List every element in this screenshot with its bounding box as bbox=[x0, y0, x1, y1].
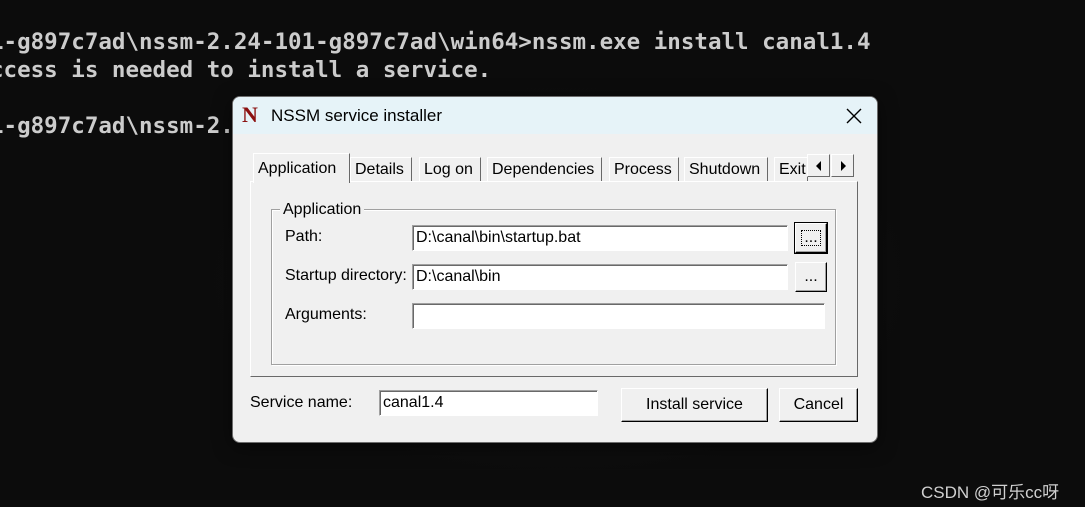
arrow-left-icon bbox=[815, 160, 821, 171]
nssm-dialog: N NSSM service installer Application Det… bbox=[232, 96, 878, 443]
path-label: Path: bbox=[285, 228, 323, 245]
install-service-button[interactable]: Install service bbox=[621, 388, 768, 422]
service-name-label: Service name: bbox=[250, 394, 353, 411]
tab-application[interactable]: Application bbox=[253, 153, 350, 183]
application-group-title: Application bbox=[280, 201, 365, 219]
tab-log-on[interactable]: Log on bbox=[419, 157, 481, 181]
startup-directory-input[interactable]: D:\canal\bin bbox=[412, 264, 788, 290]
tab-scroll-left-button[interactable] bbox=[807, 154, 830, 177]
terminal-line-3: 1-g897c7ad\nssm-2. bbox=[0, 113, 234, 139]
startup-directory-browse-label: ... bbox=[804, 268, 818, 285]
nssm-logo-icon: N bbox=[242, 102, 258, 127]
path-browse-label: ... bbox=[801, 230, 821, 246]
tab-process[interactable]: Process bbox=[609, 157, 679, 181]
startup-directory-browse-button[interactable]: ... bbox=[795, 262, 827, 292]
arrow-right-icon bbox=[840, 160, 846, 171]
arguments-label: Arguments: bbox=[285, 306, 367, 323]
path-browse-button[interactable]: ... bbox=[794, 222, 828, 254]
terminal-line-2: ccess is needed to install a service. bbox=[0, 57, 492, 83]
window-title: NSSM service installer bbox=[271, 106, 442, 125]
tab-dependencies[interactable]: Dependencies bbox=[487, 157, 602, 181]
close-icon bbox=[846, 108, 862, 123]
cancel-button[interactable]: Cancel bbox=[779, 388, 858, 422]
title-bar[interactable]: N NSSM service installer bbox=[233, 97, 877, 134]
tab-scroll-right-button[interactable] bbox=[831, 154, 854, 177]
tab-exit[interactable]: Exit bbox=[774, 157, 808, 181]
terminal-line-1: 1-g897c7ad\nssm-2.24-101-g897c7ad\win64>… bbox=[0, 29, 871, 55]
tab-shutdown[interactable]: Shutdown bbox=[684, 157, 768, 181]
tab-details[interactable]: Details bbox=[350, 157, 412, 181]
csdn-watermark: CSDN @可乐cc呀 bbox=[921, 483, 1060, 502]
service-name-input[interactable]: canal1.4 bbox=[379, 390, 598, 416]
path-input[interactable]: D:\canal\bin\startup.bat bbox=[412, 225, 788, 251]
startup-directory-label: Startup directory: bbox=[285, 267, 407, 284]
arguments-input[interactable] bbox=[412, 303, 825, 329]
close-button[interactable] bbox=[831, 97, 877, 134]
